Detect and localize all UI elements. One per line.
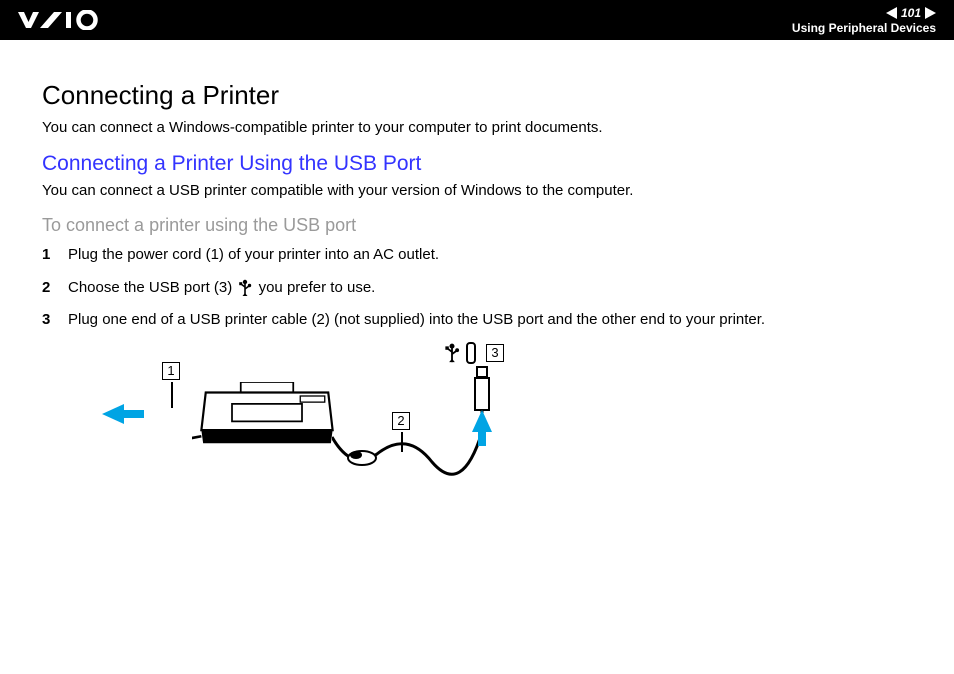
step-number: 1 [42,244,54,267]
step-text-after: you prefer to use. [259,279,376,296]
task-heading: To connect a printer using the USB port [42,215,912,236]
step-text: Plug the power cord (1) of your printer … [68,244,439,267]
page-title: Connecting a Printer [42,80,912,111]
page-number: 101 [901,6,921,20]
subintro-text: You can connect a USB printer compatible… [42,180,912,201]
step-list: 1 Plug the power cord (1) of your printe… [42,244,912,332]
usb-insert-arrow-icon [472,410,492,432]
connection-diagram: 1 2 [102,342,572,492]
subheading: Connecting a Printer Using the USB Port [42,152,912,176]
header-bar: 101 Using Peripheral Devices [0,0,954,40]
vaio-logo [18,10,118,30]
page-nav: 101 [886,6,936,20]
usb-port-icon [466,342,476,364]
prev-page-button[interactable] [886,7,897,19]
printer-icon [192,382,342,452]
callout-1: 1 [162,362,180,380]
step-number: 2 [42,277,54,300]
power-arrow-icon [102,404,124,424]
step-item: 2 Choose the USB port (3) you prefer to … [42,277,912,300]
usb-connector-icon [474,377,490,411]
step-number: 3 [42,309,54,332]
usb-icon [238,279,252,297]
usb-cable-icon [332,402,492,482]
step-item: 3 Plug one end of a USB printer cable (2… [42,309,912,332]
callout-3: 3 [486,344,504,362]
step-text: Choose the USB port (3) you prefer to us… [68,277,375,300]
intro-text: You can connect a Windows-compatible pri… [42,117,912,138]
page-content: Connecting a Printer You can connect a W… [0,40,954,492]
step-text: Plug one end of a USB printer cable (2) … [68,309,765,332]
section-title: Using Peripheral Devices [792,21,936,35]
callout-2: 2 [392,412,410,430]
next-page-button[interactable] [925,7,936,19]
usb-icon [444,342,460,364]
step-item: 1 Plug the power cord (1) of your printe… [42,244,912,267]
step-text-before: Choose the USB port (3) [68,279,236,296]
